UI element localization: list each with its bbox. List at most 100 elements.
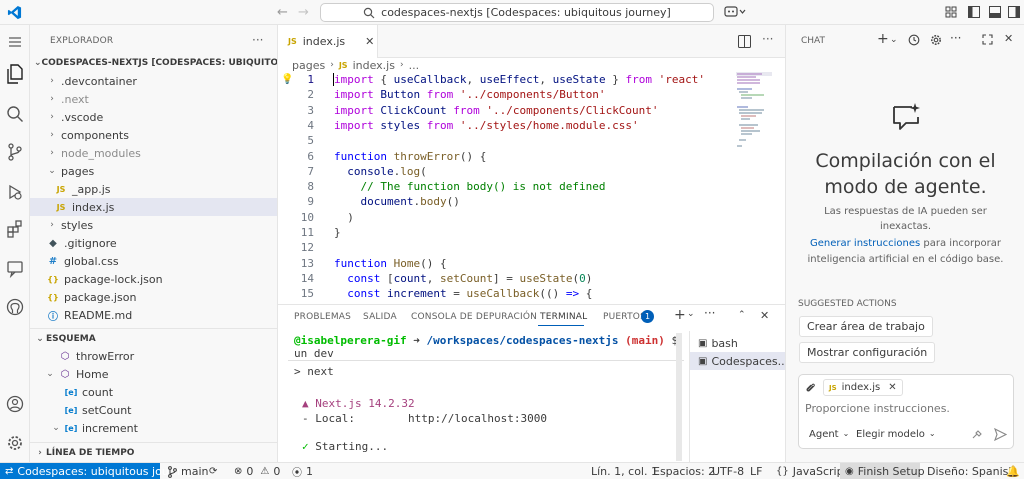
tree-item-node-modules[interactable]: › node_modules xyxy=(30,144,277,162)
more-actions-icon[interactable]: ··· xyxy=(950,31,961,45)
tree-item-readme[interactable]: ⓘ README.md xyxy=(30,306,277,324)
more-actions-icon[interactable]: ··· xyxy=(252,33,263,47)
outline-item-count[interactable]: [e] count xyxy=(30,383,277,401)
tab-ports[interactable]: PUERTOS xyxy=(603,312,646,322)
language-mode[interactable]: {} JavaScript xyxy=(776,463,848,479)
tree-item-gitignore[interactable]: ◆ .gitignore xyxy=(30,234,277,252)
remote-explorer-icon[interactable] xyxy=(0,254,30,284)
outline-item-home[interactable]: ⌄ ⬡ Home xyxy=(30,365,277,383)
notifications-icon[interactable]: 🔔 xyxy=(1006,463,1020,479)
tree-item-label: node_modules xyxy=(61,146,141,160)
close-icon[interactable]: ✕ xyxy=(888,382,896,393)
minimap[interactable] xyxy=(736,72,772,304)
sync-icon[interactable]: ⟳ xyxy=(209,463,217,479)
explorer-icon[interactable] xyxy=(0,59,30,89)
close-icon[interactable]: ✕ xyxy=(1004,32,1013,45)
tree-item-package-lock[interactable]: {} package-lock.json xyxy=(30,270,277,288)
extensions-icon[interactable] xyxy=(0,214,30,244)
split-editor-icon[interactable] xyxy=(738,35,751,48)
send-icon[interactable] xyxy=(994,428,1007,441)
run-debug-icon[interactable] xyxy=(0,177,30,207)
timeline-section-header[interactable]: › LÍNEA DE TIEMPO xyxy=(30,442,277,462)
tab-problems[interactable]: PROBLEMAS xyxy=(294,312,351,322)
keyboard-layout[interactable]: Diseño: Spanish xyxy=(927,463,1015,479)
tree-item-index-js[interactable]: JS index.js xyxy=(30,198,277,216)
tab-terminal[interactable]: TERMINAL xyxy=(540,312,587,322)
line-number: 15 xyxy=(300,287,314,301)
github-icon[interactable] xyxy=(0,292,30,322)
indentation[interactable]: Espacios: 2 xyxy=(653,463,715,479)
variable-symbol-icon: [e] xyxy=(64,405,78,415)
more-actions-icon[interactable]: ··· xyxy=(704,306,715,320)
outline-section-header[interactable]: ⌄ ESQUEMA xyxy=(30,328,277,348)
toggle-secondary-sidebar-icon[interactable] xyxy=(1008,6,1020,18)
breadcrumb-file[interactable]: index.js xyxy=(353,59,395,72)
git-branch-status[interactable]: main xyxy=(167,463,208,479)
encoding[interactable]: UTF-8 xyxy=(712,463,744,479)
context-file-chip[interactable]: JS index.js ✕ xyxy=(823,379,903,396)
copilot-menu-icon[interactable] xyxy=(724,5,746,19)
chat-input[interactable]: Proporcione instrucciones. xyxy=(805,402,1009,415)
tab-debug-console[interactable]: CONSOLA DE DEPURACIÓN xyxy=(411,312,537,322)
ports-status[interactable]: ⦿ 1 xyxy=(292,463,313,479)
terminal-output[interactable]: @isabelperera-gif ➜ /workspaces/codespac… xyxy=(288,333,684,461)
command-center-search[interactable]: codespaces-nextjs [Codespaces: ubiquitou… xyxy=(320,3,714,22)
breadcrumb-pages[interactable]: pages xyxy=(292,59,325,72)
tree-item-pages[interactable]: ⌄ pages xyxy=(30,162,277,180)
tree-item-styles[interactable]: › styles xyxy=(30,216,277,234)
account-icon[interactable] xyxy=(0,389,30,419)
model-select[interactable]: Elegir modelo ⌄ xyxy=(856,429,936,440)
close-panel-icon[interactable]: ✕ xyxy=(760,309,769,322)
outline-item-increment[interactable]: ⌄ [e] increment xyxy=(30,419,277,437)
tools-icon[interactable] xyxy=(971,429,984,441)
source-control-icon[interactable] xyxy=(0,137,30,167)
generate-instructions-link[interactable]: Generar instrucciones xyxy=(810,238,920,249)
agent-mode-select[interactable]: Agent ⌄ xyxy=(809,429,849,440)
show-config-button[interactable]: Mostrar configuración xyxy=(799,342,936,363)
forward-arrow-icon[interactable]: → xyxy=(298,5,309,20)
tree-item-app-js[interactable]: JS _app.js xyxy=(30,180,277,198)
terminal-scrollbar[interactable] xyxy=(676,333,682,461)
instructions-text: para incorporar xyxy=(920,238,1001,249)
new-chat-icon[interactable]: + xyxy=(877,31,889,47)
end-of-line[interactable]: LF xyxy=(750,463,762,479)
add-terminal-icon[interactable]: + xyxy=(674,307,686,323)
close-icon[interactable]: ✕ xyxy=(365,35,374,48)
attach-icon[interactable] xyxy=(805,382,816,394)
tree-item-vscode[interactable]: › .vscode xyxy=(30,108,277,126)
chevron-down-icon[interactable]: ⌄ xyxy=(687,309,695,319)
tree-item-components[interactable]: › components xyxy=(30,126,277,144)
breadcrumb-symbol[interactable]: ... xyxy=(409,59,420,72)
more-actions-icon[interactable]: ··· xyxy=(762,32,773,46)
terminal-item-codespaces[interactable]: ▣ Codespaces... xyxy=(690,352,786,370)
code-editor[interactable]: 💡 1 2 3 4 5 6 7 8 9 10 11 12 13 14 15 im… xyxy=(278,72,785,304)
maximize-icon[interactable] xyxy=(982,34,993,45)
history-icon[interactable] xyxy=(908,34,920,46)
create-workspace-button[interactable]: Crear área de trabajo xyxy=(799,316,933,337)
tree-item-devcontainer[interactable]: › .devcontainer xyxy=(30,72,277,90)
layout-customize-icon[interactable] xyxy=(945,6,957,18)
cursor-position[interactable]: Lín. 1, col. 1 xyxy=(591,463,658,479)
finish-setup-button[interactable]: ◉ Finish Setup xyxy=(840,463,925,479)
context-file-label: index.js xyxy=(841,382,881,393)
menu-icon[interactable] xyxy=(0,27,30,57)
back-arrow-icon[interactable]: ← xyxy=(277,5,288,20)
outline-item-throwerror[interactable]: ⬡ throwError xyxy=(30,347,277,365)
settings-gear-icon[interactable] xyxy=(930,34,942,46)
explorer-root[interactable]: ⌄ CODESPACES-NEXTJS [CODESPACES: UBIQUIT… xyxy=(30,54,277,72)
settings-gear-icon[interactable] xyxy=(0,428,30,458)
toggle-panel-icon[interactable] xyxy=(989,6,1001,18)
tree-item-next[interactable]: › .next xyxy=(30,90,277,108)
terminal-item-bash[interactable]: ▣ bash xyxy=(690,334,786,352)
toggle-sidebar-icon[interactable] xyxy=(968,6,980,18)
chevron-down-icon[interactable]: ⌄ xyxy=(890,35,898,45)
remote-indicator[interactable]: ⇄ Codespaces: ubiquitous journey xyxy=(0,463,193,479)
tree-item-package-json[interactable]: {} package.json xyxy=(30,288,277,306)
problems-status[interactable]: ⊗ 0 ⚠ 0 xyxy=(234,463,280,479)
search-view-icon[interactable] xyxy=(0,99,30,129)
outline-item-setcount[interactable]: [e] setCount xyxy=(30,401,277,419)
tab-output[interactable]: SALIDA xyxy=(363,312,397,322)
tab-index-js[interactable]: JS index.js ✕ xyxy=(278,25,378,58)
tree-item-global-css[interactable]: # global.css xyxy=(30,252,277,270)
maximize-panel-icon[interactable]: ⌃ xyxy=(738,310,746,320)
